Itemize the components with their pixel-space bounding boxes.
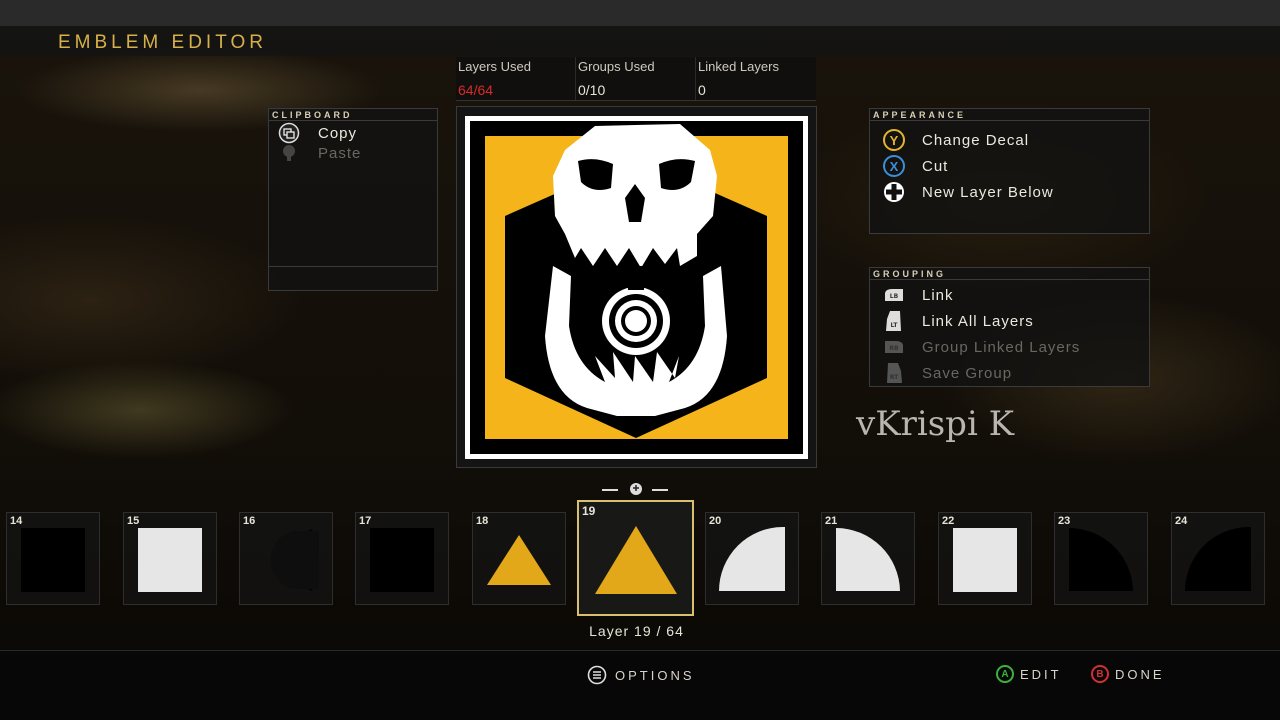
layer-number: 22 <box>942 515 955 527</box>
layers-used-stat: Layers Used 64/64 <box>456 57 576 100</box>
change-decal-action[interactable]: Y Change Decal <box>870 127 1149 153</box>
triangle-shape-icon <box>487 535 551 585</box>
watermark: vKrispi K <box>856 404 1015 444</box>
linked-layers-stat: Linked Layers 0 <box>696 57 816 100</box>
paste-label: Paste <box>318 144 362 162</box>
emblem-canvas[interactable] <box>465 116 808 459</box>
copy-action[interactable]: Copy <box>269 122 437 144</box>
layer-number: 24 <box>1175 515 1188 527</box>
layer-number: 14 <box>10 515 23 527</box>
change-decal-label: Change Decal <box>922 131 1030 149</box>
svg-text:RT: RT <box>890 374 899 381</box>
new-layer-below-label: New Layer Below <box>922 183 1054 201</box>
clipboard-panel: CLIPBOARD Copy Paste <box>268 108 438 291</box>
svg-text:RB: RB <box>889 345 899 352</box>
stats-bar: Layers Used 64/64 Groups Used 0/10 Linke… <box>456 57 816 101</box>
link-label: Link <box>922 286 954 304</box>
layer-thumb-17[interactable]: 17 <box>355 512 449 605</box>
layers-used-value: 64/64 <box>458 82 494 98</box>
rb-button-icon: RB <box>882 335 906 359</box>
layer-thumb-20[interactable]: 20 <box>705 512 799 605</box>
grouping-panel: GROUPING LB Link LT Link All Layers RB G… <box>869 267 1150 387</box>
b-button-icon: B <box>1091 665 1109 683</box>
layer-number: 17 <box>359 515 372 527</box>
bottom-bar <box>0 650 1280 720</box>
layer-number: 16 <box>243 515 256 527</box>
group-linked-layers-label: Group Linked Layers <box>922 338 1081 356</box>
half-circle-shape-icon <box>1185 527 1251 591</box>
layer-thumb-15[interactable]: 15 <box>123 512 217 605</box>
copy-label: Copy <box>318 124 358 142</box>
layer-number: 20 <box>709 515 722 527</box>
square-shape-icon <box>138 528 202 592</box>
lb-button-icon: LB <box>882 283 906 307</box>
options-label: OPTIONS <box>615 667 695 683</box>
clipboard-heading: CLIPBOARD <box>269 109 437 121</box>
layer-thumb-23[interactable]: 23 <box>1054 512 1148 605</box>
emblem-artwork <box>470 121 803 454</box>
new-layer-below-action[interactable]: New Layer Below <box>870 179 1149 205</box>
square-shape-icon <box>370 528 434 592</box>
edit-label: EDIT <box>1020 666 1062 682</box>
lt-button-icon: LT <box>882 309 906 333</box>
clipboard-footer <box>269 266 437 290</box>
square-shape-icon <box>953 528 1017 592</box>
link-all-layers-label: Link All Layers <box>922 312 1034 330</box>
x-button-icon: X <box>882 154 906 178</box>
crescent-shape-icon <box>270 529 319 591</box>
layer-number: 21 <box>825 515 838 527</box>
square-shape-icon <box>21 528 85 592</box>
a-button-icon: A <box>996 665 1014 683</box>
options-button-icon <box>587 665 607 685</box>
layer-thumb-21[interactable]: 21 <box>821 512 915 605</box>
layers-used-label: Layers Used <box>458 59 531 74</box>
layer-number: 15 <box>127 515 140 527</box>
edit-hint[interactable]: A EDIT <box>996 665 1062 683</box>
page-title: EMBLEM EDITOR <box>58 32 267 53</box>
svg-text:LB: LB <box>890 293 899 300</box>
layer-strip: 14 15 16 17 18 19 20 21 22 23 24 <box>0 498 1280 618</box>
paste-action[interactable]: Paste <box>269 143 437 163</box>
link-all-layers-action[interactable]: LT Link All Layers <box>870 308 1149 334</box>
quarter-circle-shape-icon <box>836 528 900 591</box>
svg-text:LT: LT <box>891 322 899 329</box>
paste-icon <box>278 142 300 164</box>
layer-thumb-22[interactable]: 22 <box>938 512 1032 605</box>
save-group-action[interactable]: RT Save Group <box>870 360 1149 386</box>
rt-button-icon: RT <box>882 361 906 385</box>
layer-pin-indicator <box>600 482 672 498</box>
linked-layers-label: Linked Layers <box>698 59 779 74</box>
layer-number: 19 <box>582 504 596 518</box>
groups-used-value: 0/10 <box>578 82 606 98</box>
quarter-circle-shape-icon <box>1069 528 1133 591</box>
save-group-label: Save Group <box>922 364 1013 382</box>
appearance-heading: APPEARANCE <box>870 109 1149 121</box>
layer-thumb-14[interactable]: 14 <box>6 512 100 605</box>
linked-layers-value: 0 <box>698 82 706 98</box>
done-hint[interactable]: B DONE <box>1091 665 1165 683</box>
cut-label: Cut <box>922 157 949 175</box>
link-action[interactable]: LB Link <box>870 282 1149 308</box>
layer-thumb-19-selected[interactable]: 19 <box>577 500 694 616</box>
layer-number: 18 <box>476 515 489 527</box>
selected-layer-label: Layer 19 / 64 <box>589 623 684 639</box>
triangle-shape-icon <box>595 526 677 594</box>
y-button-icon: Y <box>882 128 906 152</box>
groups-used-label: Groups Used <box>578 59 655 74</box>
half-circle-shape-icon <box>719 527 785 591</box>
grouping-heading: GROUPING <box>870 268 1149 280</box>
dpad-icon <box>882 180 906 204</box>
layer-number: 23 <box>1058 515 1071 527</box>
layer-thumb-18[interactable]: 18 <box>472 512 566 605</box>
group-linked-layers-action[interactable]: RB Group Linked Layers <box>870 334 1149 360</box>
options-hint[interactable]: OPTIONS <box>587 665 695 685</box>
layer-thumb-16[interactable]: 16 <box>239 512 333 605</box>
done-label: DONE <box>1115 666 1165 682</box>
groups-used-stat: Groups Used 0/10 <box>576 57 696 100</box>
cut-action[interactable]: X Cut <box>870 153 1149 179</box>
appearance-panel: APPEARANCE Y Change Decal X Cut New Laye… <box>869 108 1150 234</box>
layer-thumb-24[interactable]: 24 <box>1171 512 1265 605</box>
copy-icon <box>278 122 300 144</box>
